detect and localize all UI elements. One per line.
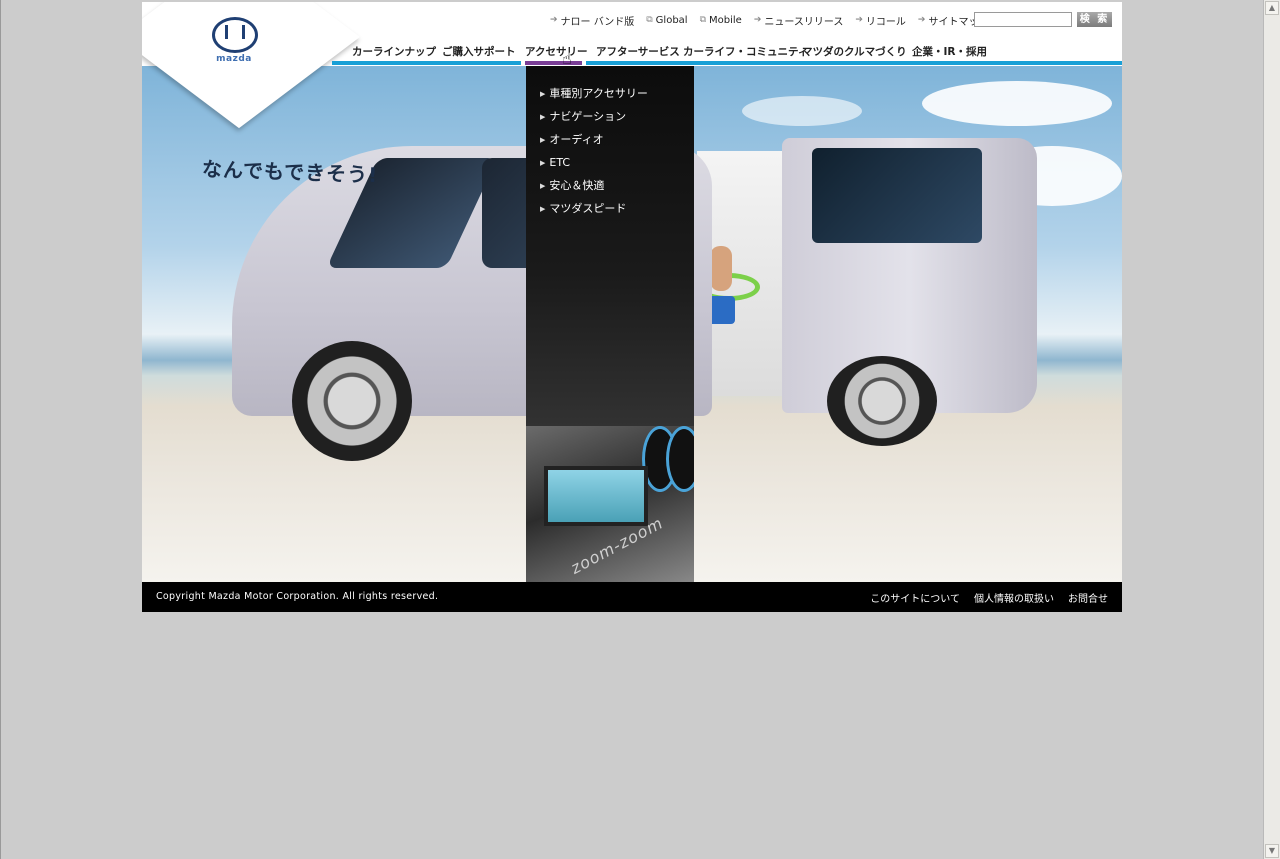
triangle-right-icon: ▶ bbox=[540, 90, 546, 98]
dropdown-item-safety-comfort[interactable]: ▶ 安心＆快適 bbox=[540, 178, 648, 201]
arrow-right-icon: ➔ bbox=[917, 15, 926, 25]
nav-purchase-support[interactable]: ご購入サポート bbox=[442, 44, 516, 59]
search-input[interactable] bbox=[974, 12, 1072, 27]
triangle-right-icon: ▶ bbox=[540, 159, 546, 167]
search-button[interactable]: 検 索 bbox=[1077, 12, 1112, 27]
footer: Copyright Mazda Motor Corporation. All r… bbox=[142, 582, 1122, 612]
footer-links: このサイトについて 個人情報の取扱い お問合せ bbox=[870, 590, 1108, 605]
dropdown-item-mazdaspeed[interactable]: ▶ マツダスピード bbox=[540, 201, 648, 224]
cloud bbox=[742, 96, 862, 126]
utility-link-recall[interactable]: ➔ リコール bbox=[855, 13, 906, 28]
nav-mazda-carmaking[interactable]: マツダのクルマづくり bbox=[802, 44, 907, 59]
utility-link-mobile[interactable]: ⧉ Mobile bbox=[700, 15, 742, 26]
van-door-glass bbox=[812, 148, 982, 243]
dropdown-item-vehicle-accessories[interactable]: ▶ 車種別アクセサリー bbox=[540, 86, 648, 109]
mazda-page: なんでもできそう! mazda ➔ ナロー バンド版 ⧉ Global ⧉ Mobil… bbox=[142, 2, 1122, 612]
nav-bar-gap bbox=[582, 61, 586, 65]
scroll-up-icon[interactable]: ▲ bbox=[1265, 1, 1279, 15]
utility-nav: ➔ ナロー バンド版 ⧉ Global ⧉ Mobile ➔ ニュースリリース ➔ リコー… bbox=[550, 13, 1000, 28]
triangle-right-icon: ▶ bbox=[540, 113, 546, 121]
external-window-icon: ⧉ bbox=[646, 15, 653, 25]
dropdown-menu: ▶ 車種別アクセサリー ▶ ナビゲーション ▶ オーディオ ▶ ETC ▶ 安心＆快適 ▶… bbox=[540, 86, 648, 224]
navigation-screen bbox=[544, 466, 648, 526]
nav-accessories[interactable]: アクセサリー bbox=[525, 44, 587, 59]
arrow-right-icon: ➔ bbox=[855, 15, 863, 25]
accessories-dropdown: zoom-zoom ▶ 車種別アクセサリー ▶ ナビゲーション ▶ オーディオ ▶ ET… bbox=[526, 66, 694, 582]
triangle-right-icon: ▶ bbox=[540, 205, 546, 213]
global-nav: カーラインナップ ご購入サポート アクセサリー アフターサービス カーライフ・コ… bbox=[332, 40, 1122, 65]
footer-link-privacy[interactable]: 個人情報の取扱い bbox=[974, 590, 1054, 605]
dropdown-item-etc[interactable]: ▶ ETC bbox=[540, 155, 648, 178]
footer-link-about[interactable]: このサイトについて bbox=[870, 590, 960, 605]
dropdown-item-audio[interactable]: ▶ オーディオ bbox=[540, 132, 648, 155]
hero-tagline: なんでもできそう! bbox=[201, 156, 379, 188]
logo-text[interactable]: mazda bbox=[214, 54, 254, 64]
copyright-text: Copyright Mazda Motor Corporation. All r… bbox=[156, 591, 439, 602]
nav-carlife-community[interactable]: カーライフ・コミュニティ bbox=[683, 44, 808, 59]
nav-corporate-ir[interactable]: 企業・IR・採用 bbox=[912, 44, 987, 59]
gauge-dial bbox=[666, 426, 694, 492]
vertical-scrollbar[interactable]: ▲ ▼ bbox=[1263, 0, 1280, 859]
front-wheel bbox=[292, 341, 412, 461]
dropdown-item-navigation[interactable]: ▶ ナビゲーション bbox=[540, 109, 648, 132]
rear-wheel bbox=[827, 356, 937, 446]
utility-link-narrowband[interactable]: ➔ ナロー バンド版 bbox=[550, 13, 634, 28]
utility-link-news[interactable]: ➔ ニュースリリース bbox=[754, 13, 844, 28]
external-window-icon: ⧉ bbox=[699, 15, 707, 25]
cloud bbox=[922, 81, 1112, 126]
mazda-logo-icon[interactable] bbox=[212, 17, 258, 53]
arrow-right-icon: ➔ bbox=[550, 15, 558, 25]
utility-link-global[interactable]: ⧉ Global bbox=[646, 15, 687, 26]
footer-link-contact[interactable]: お問合せ bbox=[1068, 590, 1108, 605]
browser-viewport: なんでもできそう! mazda ➔ ナロー バンド版 ⧉ Global ⧉ Mobil… bbox=[0, 0, 1264, 859]
nav-car-lineup[interactable]: カーラインナップ bbox=[352, 44, 436, 59]
scroll-down-icon[interactable]: ▼ bbox=[1265, 844, 1279, 858]
triangle-right-icon: ▶ bbox=[540, 182, 546, 190]
child-figure bbox=[710, 246, 732, 291]
nav-underline-bar bbox=[332, 61, 1122, 65]
hand-cursor-icon: ☝ bbox=[562, 49, 572, 68]
triangle-right-icon: ▶ bbox=[540, 136, 546, 144]
arrow-right-icon: ➔ bbox=[753, 15, 762, 25]
nav-after-service[interactable]: アフターサービス bbox=[596, 44, 680, 59]
